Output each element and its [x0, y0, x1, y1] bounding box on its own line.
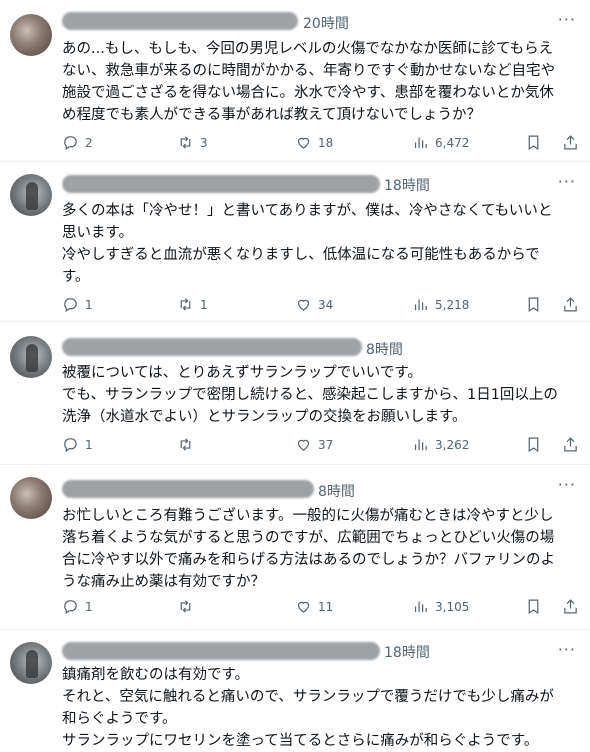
- avatar[interactable]: [10, 174, 52, 216]
- username-redacted: [62, 480, 314, 498]
- views-icon: [414, 137, 427, 149]
- bookmark-button[interactable]: [525, 598, 542, 618]
- reply-icon: [64, 298, 77, 313]
- reply-button[interactable]: 1: [62, 598, 93, 615]
- heart-icon: [297, 137, 310, 149]
- bookmark-icon: [528, 135, 539, 151]
- views-count: 6,472: [435, 135, 470, 150]
- post-text: 被覆については、とりあえずサランラップでいいです。 でも、サランラップで密閉し続け…: [62, 365, 558, 425]
- post-time[interactable]: 20時間: [303, 13, 349, 33]
- views-count: 5,218: [435, 297, 470, 312]
- bookmark-icon: [528, 437, 539, 453]
- repost-button[interactable]: 1: [177, 296, 208, 313]
- like-button[interactable]: 37: [295, 436, 333, 453]
- more-icon[interactable]: ···: [558, 10, 576, 29]
- like-count: 34: [318, 297, 334, 312]
- views-count: 3,105: [435, 599, 470, 614]
- repost-count: 1: [200, 297, 208, 312]
- views-button[interactable]: 3,105: [412, 598, 469, 615]
- avatar[interactable]: [10, 14, 52, 56]
- username-redacted: [62, 642, 380, 660]
- like-button[interactable]: 18: [295, 134, 333, 151]
- reply-count: 1: [85, 437, 93, 452]
- bookmark-icon: [528, 297, 539, 313]
- like-count: 37: [318, 437, 334, 452]
- share-icon: [564, 135, 577, 150]
- post-time[interactable]: 18時間: [384, 642, 430, 662]
- repost-icon: [180, 136, 191, 149]
- more-icon[interactable]: ···: [558, 640, 576, 659]
- views-icon: [414, 299, 427, 311]
- repost-icon: [180, 298, 191, 311]
- like-count: 11: [318, 599, 334, 614]
- post[interactable]: 20時間 ··· あの...もし、もしも、今回の男児レベルの火傷でなかなか医師に…: [0, 0, 590, 162]
- action-bar: 1 1 34 5,218: [62, 296, 582, 316]
- heart-icon: [297, 439, 310, 451]
- post-text: お忙しいところ有難うございます。一般的に火傷が痛むときは冷やすと少し 落ち着くよう…: [62, 508, 555, 590]
- reply-button[interactable]: 1: [62, 296, 93, 313]
- share-icon: [564, 297, 577, 312]
- post[interactable]: 8時間 被覆については、とりあえずサランラップでいいです。 でも、サランラップで密…: [0, 322, 590, 465]
- repost-icon: [180, 438, 191, 451]
- username-redacted: [62, 12, 298, 30]
- repost-button[interactable]: [177, 436, 200, 453]
- avatar[interactable]: [10, 642, 52, 684]
- share-button[interactable]: [562, 134, 579, 154]
- reply-icon: [64, 438, 77, 453]
- repost-button[interactable]: [177, 598, 200, 615]
- reply-count: 1: [85, 599, 93, 614]
- heart-icon: [297, 601, 310, 613]
- heart-icon: [297, 299, 310, 311]
- action-bar: 2 3 18 6,472: [62, 134, 582, 154]
- repost-button[interactable]: 3: [177, 134, 208, 151]
- views-icon: [414, 439, 427, 451]
- share-icon: [564, 599, 577, 614]
- views-icon: [414, 601, 427, 613]
- bookmark-button[interactable]: [525, 134, 542, 154]
- reply-count: 1: [85, 297, 93, 312]
- post[interactable]: 8時間 ··· お忙しいところ有難うございます。一般的に火傷が痛むときは冷やすと…: [0, 465, 590, 630]
- username-redacted: [62, 175, 380, 193]
- reply-button[interactable]: 2: [62, 134, 93, 151]
- post[interactable]: 18時間 ··· 多くの本は「冷やせ！」と書いてありますが、僕は、冷やさなくても…: [0, 162, 590, 322]
- post-text: 鎮痛剤を飲むのは有効です。 それと、空気に触れると痛いので、サランラップで覆うだけ…: [62, 667, 554, 749]
- post-time[interactable]: 8時間: [318, 481, 355, 501]
- bookmark-button[interactable]: [525, 296, 542, 316]
- reply-button[interactable]: 1: [62, 436, 93, 453]
- share-icon: [564, 437, 577, 452]
- like-button[interactable]: 34: [295, 296, 333, 313]
- repost-count: 3: [200, 135, 208, 150]
- avatar[interactable]: [10, 477, 52, 519]
- reply-icon: [64, 136, 77, 151]
- post[interactable]: 18時間 ··· 鎮痛剤を飲むのは有効です。 それと、空気に触れると痛いので、サラ…: [0, 630, 590, 751]
- username-redacted: [62, 338, 362, 356]
- share-button[interactable]: [562, 598, 579, 618]
- avatar[interactable]: [10, 336, 52, 378]
- views-button[interactable]: 3,262: [412, 436, 469, 453]
- bookmark-icon: [528, 599, 539, 615]
- like-count: 18: [318, 135, 334, 150]
- bookmark-button[interactable]: [525, 436, 542, 456]
- reply-icon: [64, 600, 77, 615]
- action-bar: 1 37 3,262: [62, 436, 582, 456]
- post-text: 多くの本は「冷やせ！」と書いてありますが、僕は、冷やさなくてもいいと 思います。冷…: [62, 203, 553, 285]
- post-time[interactable]: 18時間: [384, 175, 430, 195]
- action-bar: 1 11 3,105: [62, 598, 582, 618]
- like-button[interactable]: 11: [295, 598, 333, 615]
- more-icon[interactable]: ···: [558, 475, 576, 494]
- views-count: 3,262: [435, 437, 470, 452]
- views-button[interactable]: 6,472: [412, 134, 469, 151]
- views-button[interactable]: 5,218: [412, 296, 469, 313]
- share-button[interactable]: [562, 436, 579, 456]
- more-icon[interactable]: ···: [558, 172, 576, 191]
- repost-icon: [180, 600, 191, 613]
- reply-count: 2: [85, 135, 93, 150]
- post-text: あの...もし、もしも、今回の男児レベルの火傷でなかなか医師に診てもらえ ない、救…: [62, 41, 555, 123]
- share-button[interactable]: [562, 296, 579, 316]
- post-time[interactable]: 8時間: [366, 339, 403, 359]
